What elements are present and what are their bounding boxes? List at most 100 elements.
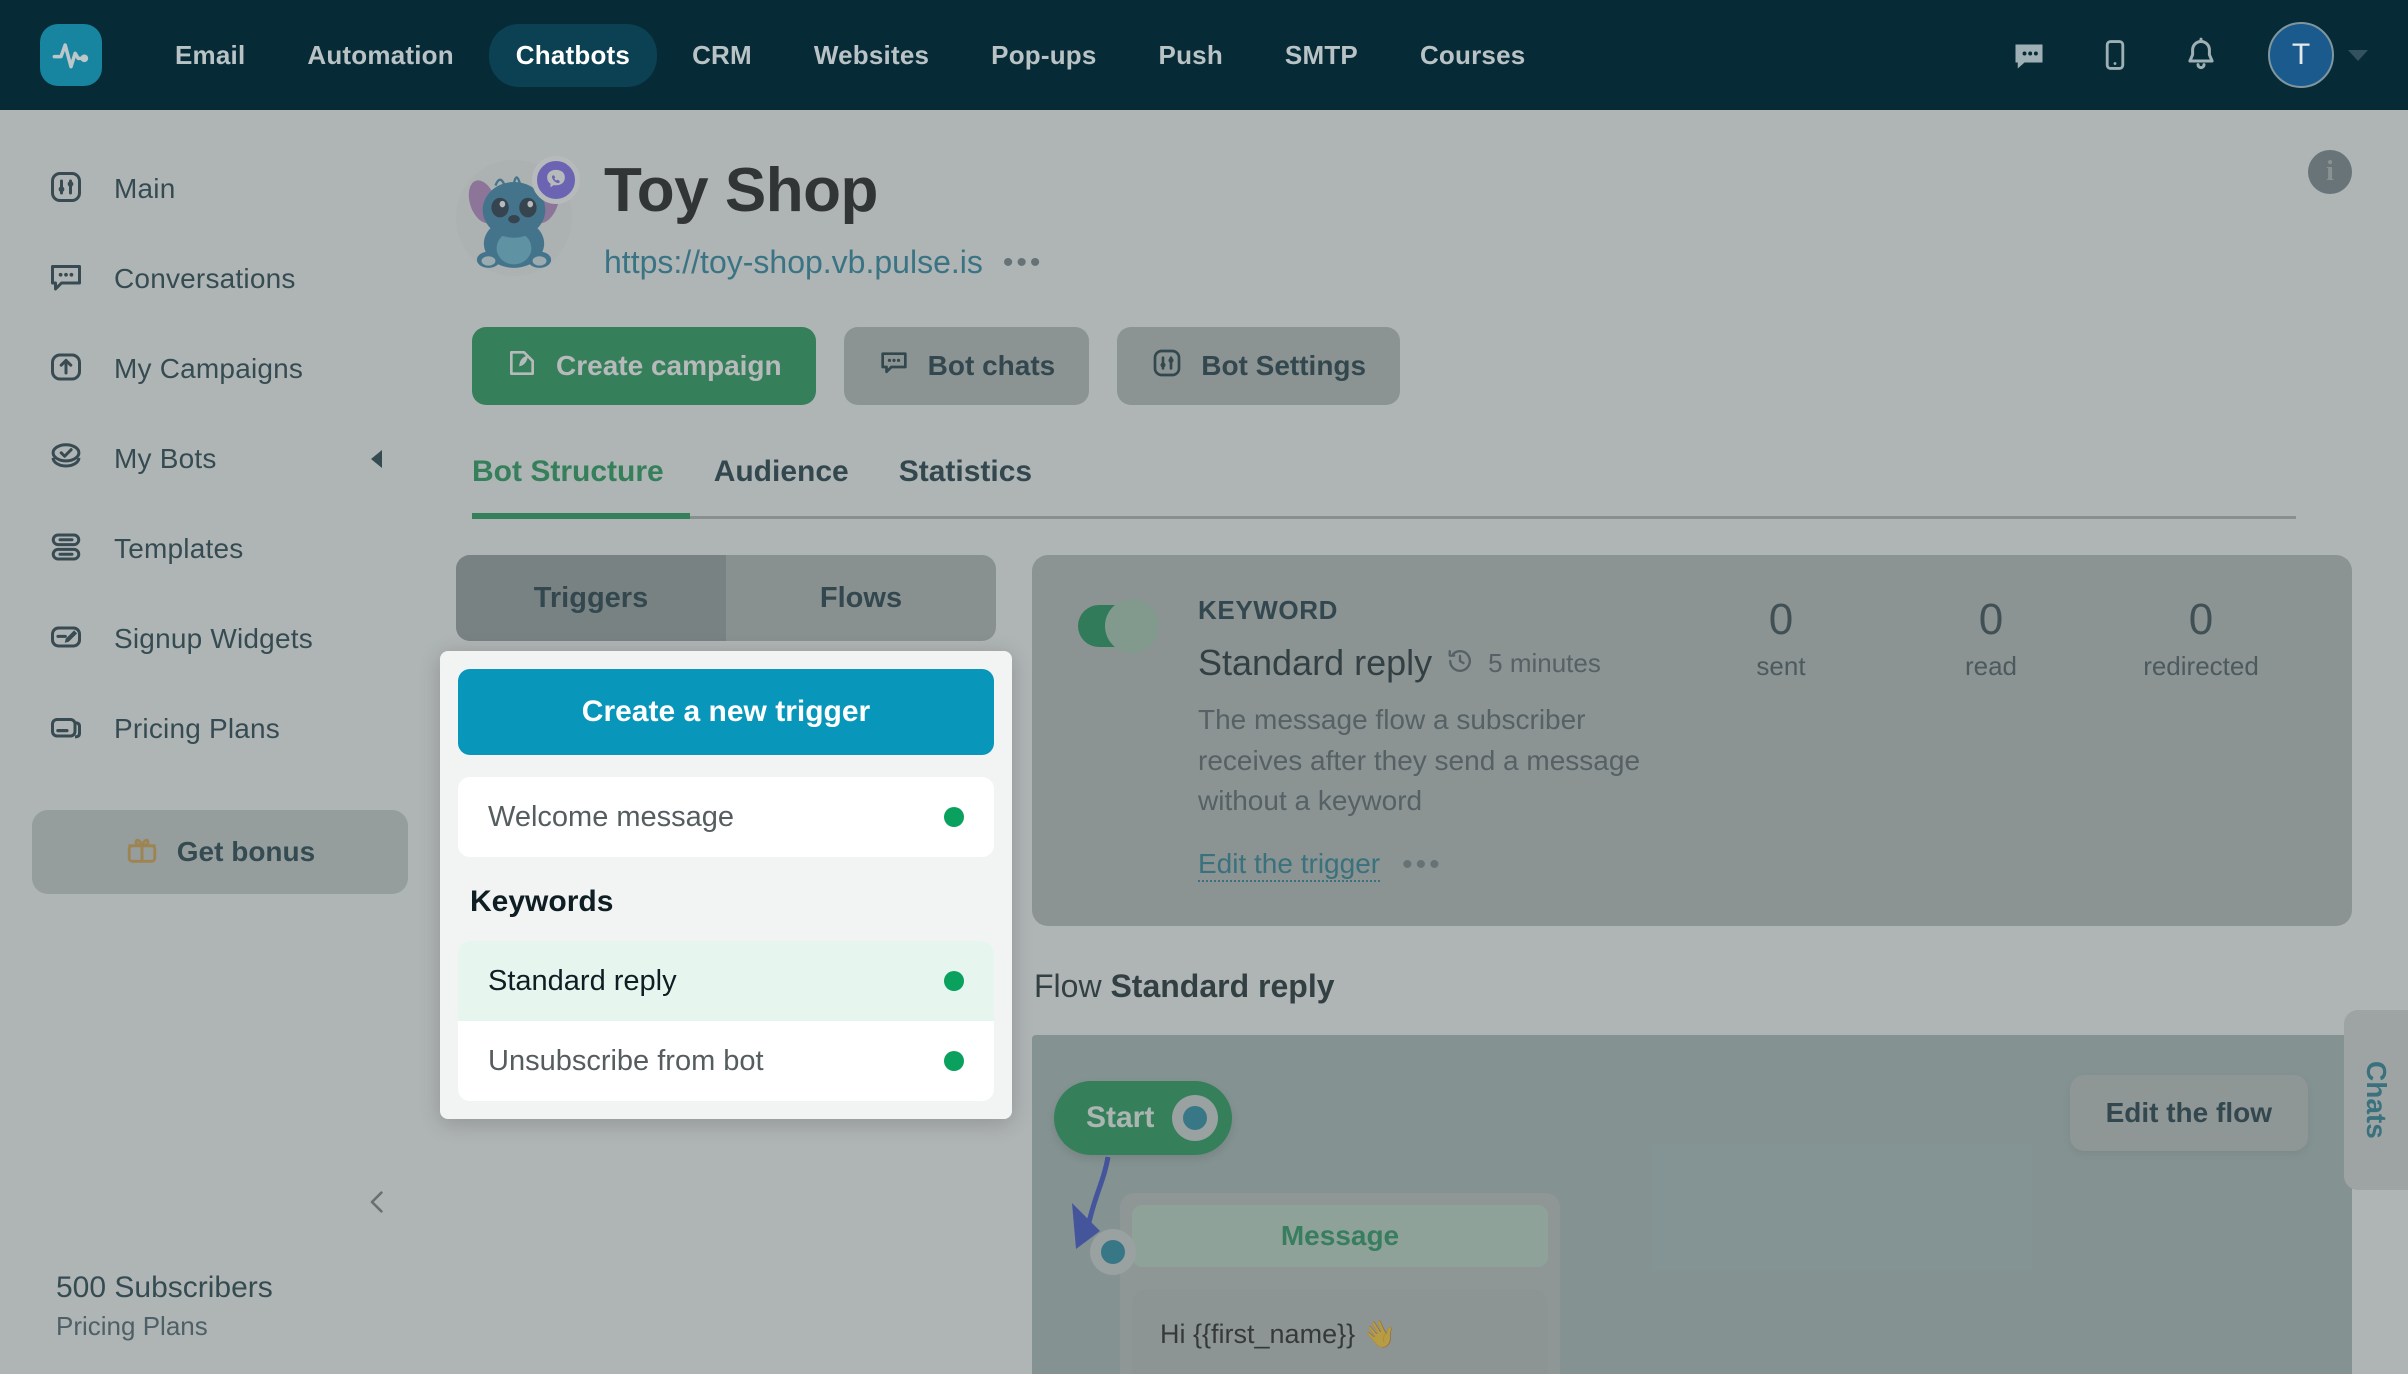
bot-action-buttons: Create campaign Bot chats Bot Settings [472,327,2352,405]
sidebar-item-my-bots[interactable]: My Bots [0,414,440,504]
status-badge [944,971,964,991]
info-icon[interactable]: i [2308,150,2352,194]
ellipsis-icon[interactable]: ••• [1402,849,1443,880]
nav-item-list: Email Automation Chatbots CRM Websites P… [148,23,1552,87]
nav-item-automation[interactable]: Automation [280,24,480,87]
tab-statistics[interactable]: Statistics [899,455,1032,519]
trigger-enable-toggle[interactable] [1078,599,1159,653]
start-node-label: Start [1086,1100,1155,1134]
list-item[interactable]: Unsubscribe from bot [458,1021,994,1101]
sidebar-footer: 500 Subscribers Pricing Plans [56,1271,273,1342]
conversation-bubble-icon [48,259,84,300]
bot-tabs: Bot Structure Audience Statistics [472,455,2352,519]
keyword-detail-card: KEYWORD Standard reply 5 minutes The mes… [1032,555,2352,926]
nav-item-courses[interactable]: Courses [1393,24,1552,87]
flow-heading-prefix: Flow [1034,967,1102,1004]
nav-utility-group: T [2010,22,2368,88]
user-menu[interactable]: T [2268,22,2368,88]
segment-triggers[interactable]: Triggers [456,555,726,641]
tab-audience[interactable]: Audience [714,455,849,519]
keyword-trigger-card: Standard reply Unsubscribe from bot [458,941,994,1101]
flow-canvas[interactable]: Start Message Hi {{first_name}} 👋 I am t… [1032,1034,2352,1374]
nav-item-smtp[interactable]: SMTP [1258,24,1385,87]
toggle-knob [1105,599,1159,653]
trigger-detail-column: KEYWORD Standard reply 5 minutes The mes… [1032,555,2352,1374]
nav-item-chatbots[interactable]: Chatbots [488,23,658,87]
flow-message-node[interactable]: Message Hi {{first_name}} 👋 I am the cha… [1090,1192,1560,1374]
chat-bubble-icon[interactable] [2010,36,2048,74]
chevron-left-icon[interactable] [362,1185,392,1224]
sidebar-item-list: Main Conversations My Campaigns My Bots [0,110,440,774]
sidebar-item-signup-widgets[interactable]: Signup Widgets [0,594,440,684]
segment-flows[interactable]: Flows [726,555,996,641]
chevron-right-icon[interactable] [371,450,382,468]
triggers-column: Triggers Flows Create a new trigger Welc… [440,555,1012,1374]
sidebar: Main Conversations My Campaigns My Bots [0,110,440,1374]
sidebar-item-main[interactable]: Main [0,144,440,234]
bot-settings-label: Bot Settings [1201,350,1367,381]
pricing-plans-link[interactable]: Pricing Plans [56,1311,273,1342]
tab-bot-structure[interactable]: Bot Structure [472,455,664,519]
primary-trigger-card: Welcome message [458,777,994,857]
message-input-port[interactable] [1090,1228,1136,1275]
chats-side-tab[interactable]: Chats [2344,1010,2408,1190]
nav-item-push[interactable]: Push [1132,24,1250,87]
nav-item-crm[interactable]: CRM [665,24,779,87]
edit-the-flow-button[interactable]: Edit the flow [2069,1074,2308,1151]
ellipsis-icon[interactable]: ••• [1003,247,1044,278]
message-node-header: Message [1132,1204,1548,1267]
bots-stack-icon [48,439,84,480]
sidebar-item-label: Signup Widgets [114,623,313,654]
flow-start-node[interactable]: Start [1054,1080,1233,1155]
sidebar-item-templates[interactable]: Templates [0,504,440,594]
bot-chats-label: Bot chats [927,350,1056,381]
trigger-label: Standard reply [488,964,677,997]
sidebar-item-pricing-plans[interactable]: Pricing Plans [0,684,440,774]
triggers-flows-segmented-control: Triggers Flows [456,555,996,641]
message-line-1: Hi {{first_name}} 👋 [1160,1318,1397,1349]
sidebar-item-conversations[interactable]: Conversations [0,234,440,324]
edit-the-trigger-link[interactable]: Edit the trigger [1198,848,1381,882]
active-tab-indicator [472,513,690,519]
sidebar-item-my-campaigns[interactable]: My Campaigns [0,324,440,414]
bot-settings-button[interactable]: Bot Settings [1117,327,1401,405]
message-node-body: Hi {{first_name}} 👋 I am the chatbot of … [1132,1288,1548,1374]
mobile-icon[interactable] [2096,36,2134,74]
chat-bubble-icon [878,347,910,386]
nav-item-popups[interactable]: Pop-ups [964,24,1123,87]
sidebar-item-label: Main [114,173,176,204]
history-clock-icon [1446,647,1474,680]
main-content: Toy Shop https://toy-shop.vb.pulse.is ••… [440,110,2408,1374]
trigger-stats: 0 sent 0 read 0 redirected [1676,595,2306,682]
start-output-port[interactable] [1172,1094,1219,1141]
bell-icon[interactable] [2182,36,2220,74]
bot-url-link[interactable]: https://toy-shop.vb.pulse.is [604,244,983,281]
create-campaign-button[interactable]: Create campaign [472,327,816,405]
top-navigation-bar: Email Automation Chatbots CRM Websites P… [0,0,2408,110]
sidebar-item-label: My Campaigns [114,353,304,384]
stat-redirected: 0 redirected [2096,595,2306,682]
nav-item-websites[interactable]: Websites [787,24,956,87]
upload-box-icon [48,349,84,390]
pulse-logo-icon[interactable] [40,24,102,86]
bot-header: Toy Shop https://toy-shop.vb.pulse.is ••… [440,110,2408,519]
avatar[interactable]: T [2268,22,2334,88]
list-item[interactable]: Standard reply [458,941,994,1021]
chevron-down-icon[interactable] [2348,49,2368,61]
stat-value: 0 [1768,595,1794,644]
stat-value: 0 [2188,595,2214,644]
sidebar-item-label: My Bots [114,443,217,474]
list-item[interactable]: Welcome message [458,777,994,857]
stat-sent: 0 sent [1676,595,1886,682]
create-new-trigger-button[interactable]: Create a new trigger [458,669,994,755]
get-bonus-button[interactable]: Get bonus [32,810,408,894]
structure-body: Triggers Flows Create a new trigger Welc… [440,555,2408,1374]
nav-item-email[interactable]: Email [148,24,272,87]
stat-read: 0 read [1886,595,2096,682]
sliders-box-icon [48,169,84,210]
trigger-label: Welcome message [488,800,735,833]
trigger-description: The message flow a subscriber receives a… [1198,704,1641,817]
bot-chats-button[interactable]: Bot chats [843,327,1090,405]
sliders-box-icon [1151,347,1183,386]
keywords-group-heading: Keywords [470,885,614,918]
